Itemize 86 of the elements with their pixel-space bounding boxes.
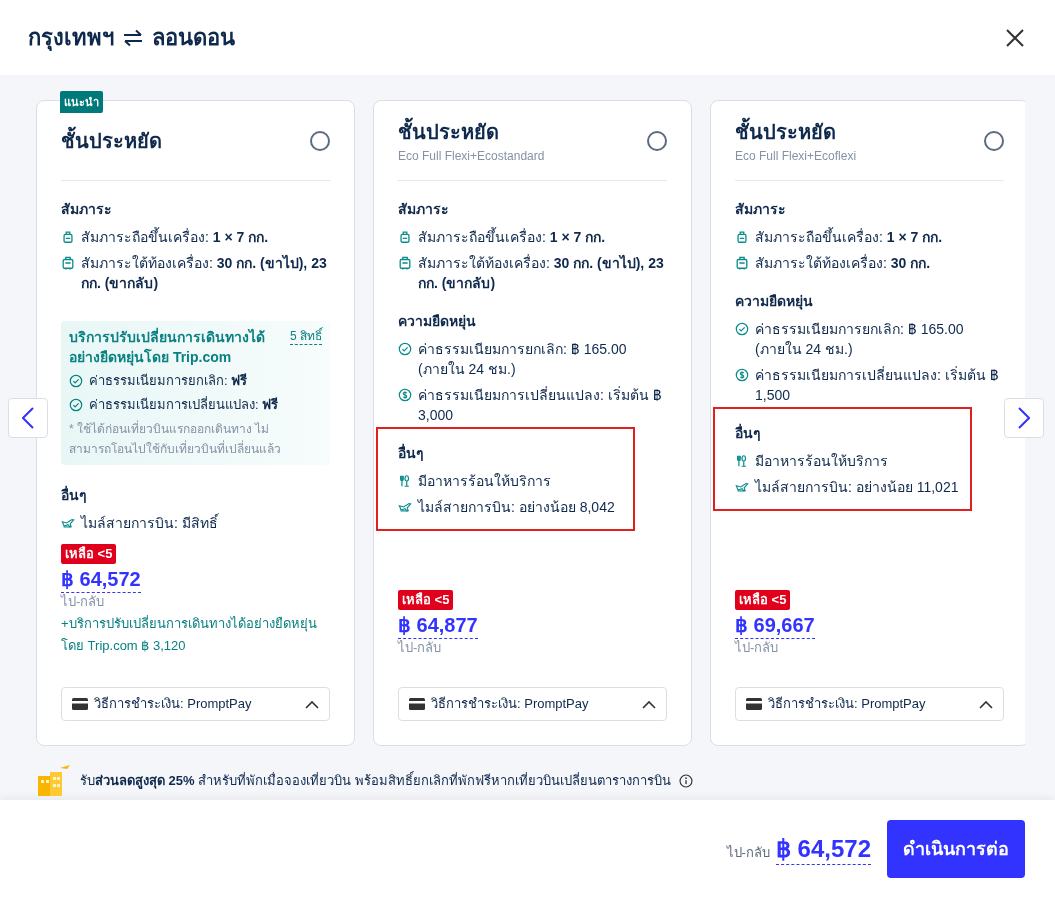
plane-stack-icon — [398, 500, 412, 514]
feature-text: ไมล์สายการบิน: อย่างน้อย 8,042 — [418, 498, 615, 517]
addon-text: +บริการปรับเปลี่ยนการเดินทางได้อย่างยืดหยุ่นโดย Trip.com ฿ 3,120 — [61, 614, 318, 655]
section-heading: อื่นๆ — [61, 485, 88, 505]
feature-text: ค่าธรรมเนียมการยกเลิก: ฿ 165.00 (ภายใน 24 ชม.) — [755, 320, 965, 359]
section-heading: สัมภาระ — [398, 200, 450, 219]
luggage-icon — [61, 230, 75, 244]
feature-text: สัมภาระใต้ท้องเครื่อง: 30 กก. (ขาไป), 23 กก. (ขากลับ) — [81, 253, 328, 293]
fare-title: ชั้นประหยัด — [61, 126, 162, 155]
destination-city: ลอนดอน — [152, 24, 235, 52]
radio-button[interactable] — [984, 130, 1004, 151]
availability-badge: เหลือ <5 — [398, 590, 454, 610]
availability-badge: เหลือ <5 — [61, 544, 117, 564]
caret-up-icon — [979, 699, 993, 709]
credit-card-icon — [746, 698, 762, 710]
payment-method-dropdown[interactable]: วิธีการชำระเงิน: PromptPay — [735, 687, 1004, 721]
feature-text: มีอาหารร้อนให้บริการ — [418, 472, 551, 491]
benefits-link[interactable]: 5 สิทธิ์ — [290, 327, 322, 345]
payment-method-dropdown[interactable]: วิธีการชำระเงิน: PromptPay — [61, 687, 330, 721]
feature-text: ค่าธรรมเนียมการเปลี่ยนแปลง: เริ่มต้น ฿ 1,500 — [755, 365, 1000, 405]
price-note: ไป-กลับ — [735, 639, 779, 657]
radio-button[interactable] — [310, 130, 330, 151]
feature-text: ไมล์สายการบิน: มีสิทธิ์ — [81, 513, 218, 533]
swap-arrows-icon — [122, 28, 144, 47]
chevron-left-icon — [22, 407, 34, 429]
credit-card-icon — [409, 698, 425, 710]
check-circle-icon — [735, 322, 749, 336]
fare-price: ฿ 64,572 — [61, 566, 141, 593]
price-note: ไป-กลับ — [398, 639, 442, 657]
feature-text: ค่าธรรมเนียมการยกเลิก: ฿ 165.00 (ภายใน 24 ชม.) — [418, 340, 628, 379]
feature-text: ค่าธรรมเนียมการยกเลิก: ฟรี — [89, 372, 248, 390]
check-circle-icon — [69, 374, 83, 388]
feature-text: ไมล์สายการบิน: อย่างน้อย 11,021 — [755, 478, 959, 497]
section-heading: อื่นๆ — [735, 423, 762, 443]
fare-subtitle: Eco Full Flexi+Ecostandard — [398, 147, 545, 164]
payment-method-dropdown[interactable]: วิธีการชำระเงิน: PromptPay — [398, 687, 667, 721]
feature-text: สัมภาระใต้ท้องเครื่อง: 30 กก. (ขาไป), 23 กก. (ขากลับ) — [418, 253, 665, 293]
suitcase-icon — [735, 256, 749, 270]
fare-subtitle: Eco Full Flexi+Ecoflexi — [735, 147, 857, 164]
section-heading: อื่นๆ — [398, 443, 425, 463]
previous-button[interactable] — [8, 398, 48, 438]
recommended-tag: แนะนำ — [60, 91, 103, 113]
caret-up-icon — [305, 699, 319, 709]
feature-text: สัมภาระถือขึ้นเครื่อง: 1 × 7 กก. — [755, 227, 943, 247]
check-circle-icon — [398, 342, 412, 356]
fare-title: ชั้นประหยัด — [735, 117, 857, 146]
plane-stack-icon — [735, 480, 749, 494]
fare-title: ชั้นประหยัด — [398, 117, 545, 146]
price-note: ไป-กลับ — [61, 593, 105, 611]
fare-price: ฿ 64,877 — [398, 612, 478, 639]
flexi-note: * ใช้ได้ก่อนเที่ยวบินแรกออกเดินทาง ไม่สามารถโอนไปใช้กับเที่ยวบินที่เปลี่ยนแล้ว — [69, 419, 282, 458]
promo-text: รับส่วนลดสูงสุด 25% สำหรับที่พักเมื่อจองเที่ยวบิน พร้อมสิทธิ์ยกเลิกที่พักฟรีหากเที่ยวบินเปลี่ยนตารางการบิน — [80, 771, 671, 791]
radio-button[interactable] — [647, 130, 667, 151]
continue-button[interactable]: ดำเนินการต่อ — [887, 820, 1025, 878]
utensils-icon — [398, 474, 412, 488]
credit-card-icon — [72, 698, 88, 710]
section-heading: สัมภาระ — [735, 200, 787, 219]
price-note: ไป-กลับ — [726, 843, 770, 862]
dollar-circle-icon — [398, 388, 412, 402]
feature-text: ค่าธรรมเนียมการเปลี่ยนแปลง: ฟรี — [89, 395, 279, 414]
hotel-icon — [36, 764, 72, 798]
origin-city: กรุงเทพฯ — [28, 24, 114, 53]
section-heading: สัมภาระ — [61, 200, 113, 219]
feature-text: ค่าธรรมเนียมการเปลี่ยนแปลง: เริ่มต้น ฿ 3,000 — [418, 385, 663, 425]
suitcase-icon — [398, 256, 412, 270]
feature-text: สัมภาระถือขึ้นเครื่อง: 1 × 7 กก. — [418, 227, 606, 247]
feature-text: สัมภาระใต้ท้องเครื่อง: 30 กก. — [755, 253, 931, 273]
dollar-circle-icon — [735, 368, 749, 382]
availability-badge: เหลือ <5 — [735, 590, 791, 610]
caret-up-icon — [642, 699, 656, 709]
check-circle-icon — [69, 398, 83, 412]
next-button[interactable] — [1004, 398, 1044, 438]
section-heading: ความยืดหยุ่น — [398, 312, 477, 331]
utensils-icon — [735, 454, 749, 468]
section-heading: ความยืดหยุ่น — [735, 292, 814, 311]
fare-price: ฿ 69,667 — [735, 612, 815, 639]
flexi-title: บริการปรับเปลี่ยนการเดินทางได้อย่างยืดหยุ่นโดย Trip.com — [69, 327, 266, 367]
luggage-icon — [735, 230, 749, 244]
luggage-icon — [398, 230, 412, 244]
feature-text: มีอาหารร้อนให้บริการ — [755, 452, 888, 471]
feature-text: สัมภาระถือขึ้นเครื่อง: 1 × 7 กก. — [81, 227, 269, 247]
chevron-right-icon — [1018, 407, 1030, 429]
plane-stack-icon — [61, 516, 75, 530]
total-price: ฿ 64,572 — [775, 833, 871, 865]
suitcase-icon — [61, 256, 75, 270]
info-icon[interactable] — [678, 774, 693, 788]
